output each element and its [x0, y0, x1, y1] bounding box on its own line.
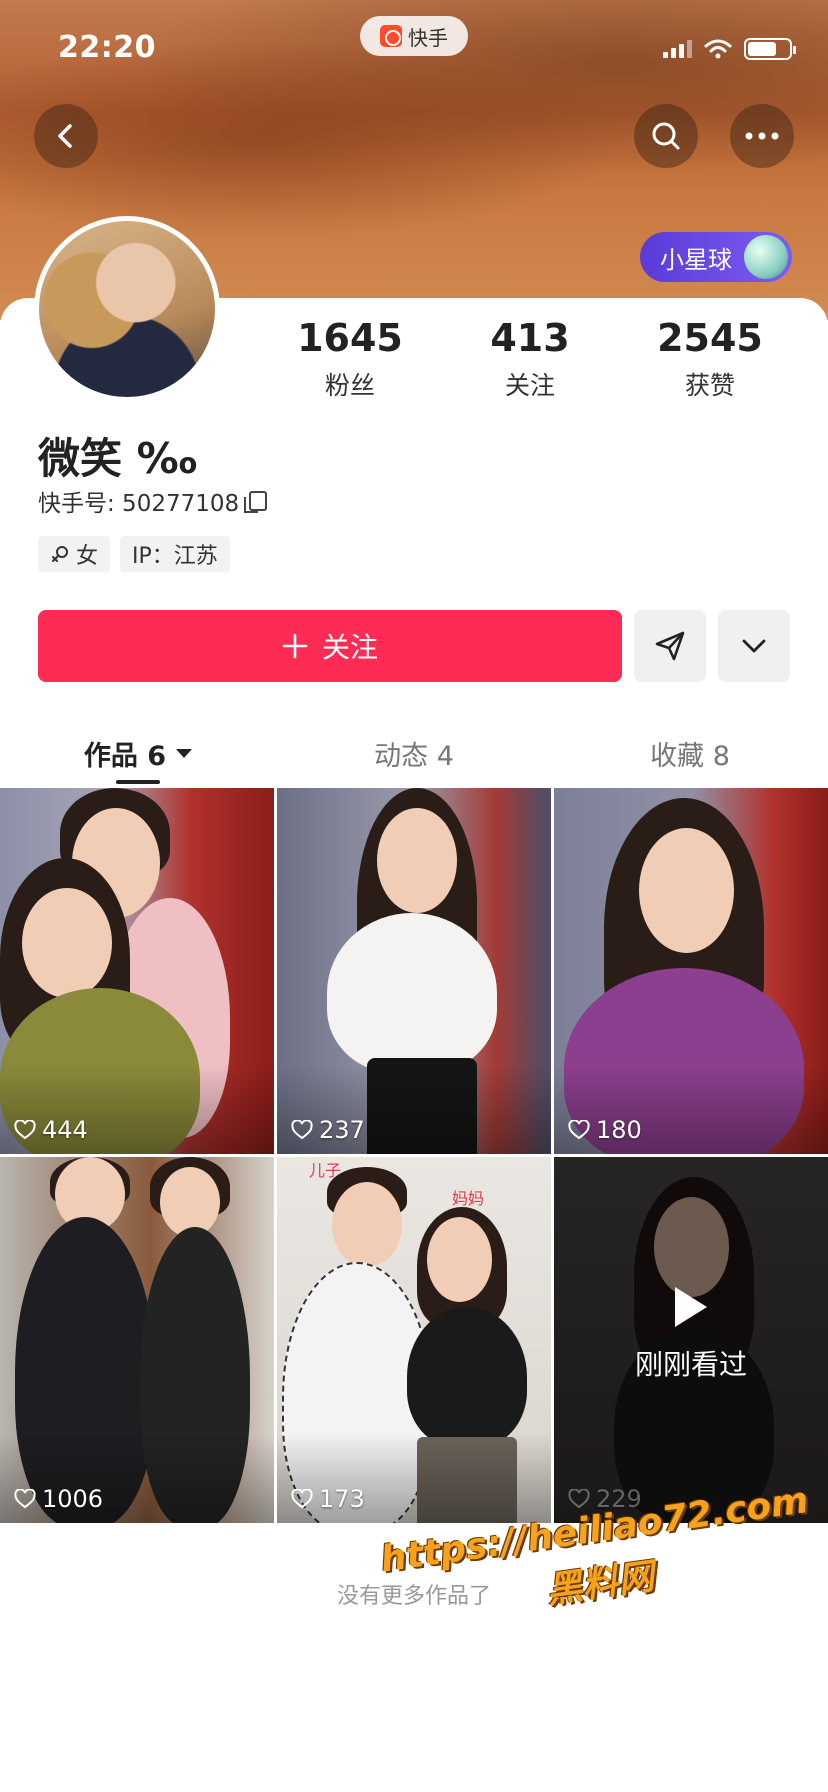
status-indicators	[663, 38, 796, 60]
back-button[interactable]	[34, 104, 98, 168]
heart-icon	[14, 1489, 36, 1509]
user-id-text: 快手号: 50277108	[38, 491, 240, 517]
ip-tag: IP：江苏	[120, 536, 230, 572]
tab-favorites[interactable]: 收藏 8	[552, 722, 828, 784]
profile-tags: 女 IP：江苏	[38, 536, 230, 572]
profile-stats: 1645 粉丝 413 关注 2545 获赞	[260, 316, 800, 402]
heart-icon	[568, 1489, 590, 1509]
planet-badge-label: 小星球	[660, 245, 732, 274]
recently-watched-label: 刚刚看过	[634, 1348, 747, 1381]
app-name: 快手	[408, 25, 448, 50]
follow-label: 关注	[321, 631, 378, 664]
search-icon	[652, 122, 680, 150]
recently-watched-overlay: 刚刚看过	[554, 1287, 828, 1383]
stat-label: 粉丝	[324, 370, 375, 400]
like-count: 173	[291, 1485, 365, 1513]
avatar[interactable]	[34, 216, 220, 402]
ip-label: IP：江苏	[132, 544, 218, 569]
planet-orb-icon	[744, 235, 788, 279]
play-icon	[675, 1287, 707, 1327]
more-button[interactable]	[730, 104, 794, 168]
stat-value: 413	[490, 316, 570, 360]
video-tile[interactable]: 237	[277, 788, 551, 1154]
stat-value: 1645	[297, 316, 403, 360]
wifi-icon	[704, 39, 732, 59]
tab-label: 收藏 8	[650, 740, 730, 772]
like-count: 1006	[14, 1485, 103, 1513]
kuaishou-logo-icon	[380, 25, 402, 47]
tab-works[interactable]: 作品 6	[0, 722, 276, 784]
heart-icon	[14, 1120, 36, 1140]
caret-down-icon	[176, 748, 193, 758]
stat-following[interactable]: 413 关注	[445, 316, 615, 402]
planet-badge[interactable]: 小星球	[640, 232, 792, 282]
stat-followers[interactable]: 1645 粉丝	[265, 316, 435, 402]
battery-icon	[744, 38, 796, 60]
copy-icon[interactable]	[244, 491, 268, 513]
stat-label: 获赞	[684, 370, 735, 400]
search-button[interactable]	[634, 104, 698, 168]
like-count-value: 1006	[42, 1485, 104, 1513]
like-count: 444	[14, 1116, 88, 1144]
gender-label: 女	[76, 544, 99, 569]
stat-label: 关注	[504, 370, 555, 400]
video-tile[interactable]: 444	[0, 788, 274, 1154]
like-count-value: 237	[319, 1116, 365, 1144]
send-icon	[655, 631, 685, 661]
plus-icon	[282, 633, 308, 659]
caption-mom: 妈妈	[452, 1189, 485, 1208]
gender-tag: 女	[38, 536, 111, 572]
video-tile-watched[interactable]: 刚刚看过 229	[554, 1157, 828, 1523]
heart-icon	[291, 1120, 313, 1140]
follow-button[interactable]: 关注	[38, 610, 622, 682]
like-count-value: 173	[319, 1485, 365, 1513]
chevron-down-icon	[742, 639, 766, 653]
app-pill: 快手	[360, 16, 468, 56]
share-button[interactable]	[634, 610, 706, 682]
video-tile[interactable]: 1006	[0, 1157, 274, 1523]
video-tile[interactable]: 180	[554, 788, 828, 1154]
like-count-value: 180	[596, 1116, 642, 1144]
chevron-left-icon	[58, 124, 72, 148]
stat-likes[interactable]: 2545 获赞	[625, 316, 795, 402]
nickname: 微笑 ‰	[38, 434, 198, 483]
status-time: 22:20	[58, 30, 156, 65]
user-id[interactable]: 快手号: 50277108	[38, 484, 268, 518]
signal-icon	[663, 40, 692, 58]
like-count-value: 444	[42, 1116, 88, 1144]
stat-value: 2545	[657, 316, 763, 360]
like-count: 180	[568, 1116, 642, 1144]
heart-icon	[568, 1120, 590, 1140]
heart-icon	[291, 1489, 313, 1509]
active-tab-indicator	[116, 780, 160, 784]
expand-button[interactable]	[718, 610, 790, 682]
like-count: 237	[291, 1116, 365, 1144]
tab-moments[interactable]: 动态 4	[276, 722, 552, 784]
tab-label: 动态 4	[374, 740, 454, 772]
video-grid: 444 237 180 1006 儿子 妈妈 173 刚刚看过 229	[0, 788, 828, 1523]
female-icon	[52, 546, 68, 562]
more-dots-icon	[745, 132, 779, 140]
content-tabs: 作品 6 动态 4 收藏 8	[0, 722, 828, 784]
video-tile[interactable]: 儿子 妈妈 173	[277, 1157, 551, 1523]
tab-label: 作品 6	[83, 740, 167, 772]
